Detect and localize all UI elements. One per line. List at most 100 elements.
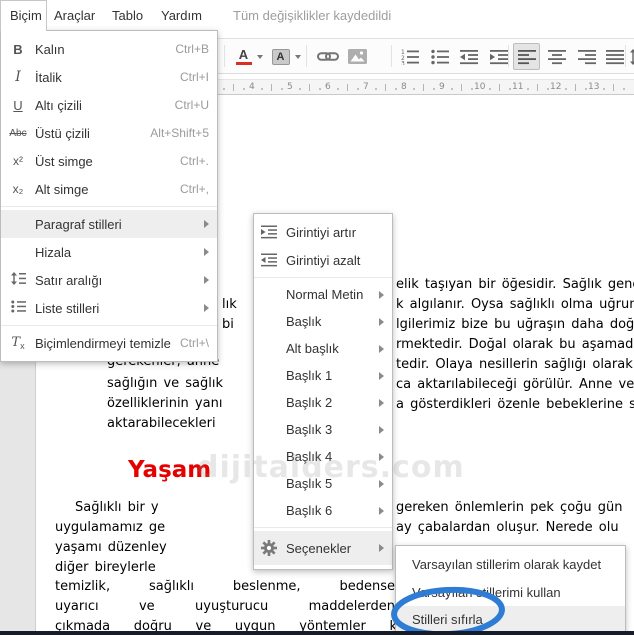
menubar: Araçlar Tablo Yardım Tüm değişiklikler k… [0, 0, 634, 30]
menu-item-shortcut: Alt+Shift+5 [150, 126, 209, 140]
menu-item-clear-formatting[interactable]: Tx Biçimlendirmeyi temizle Ctrl+\ [1, 329, 217, 357]
menu-item-paragraph-styles[interactable]: Paragraf stilleri [1, 210, 217, 238]
doc-text-fragment: özelliklerinin yanı [107, 396, 223, 411]
menu-separator [1, 206, 217, 207]
menu-item-decrease-indent[interactable]: Girintiyi azalt [254, 246, 392, 274]
menu-item-strikethrough[interactable]: Abc Üstü çizili Alt+Shift+5 [1, 119, 217, 147]
doc-text-fragment: sağlığın ve sağlık [107, 376, 224, 391]
submenu-arrow-icon [379, 290, 384, 299]
justify-button[interactable] [601, 43, 628, 70]
menu-item-heading-3[interactable]: Başlık 3 [254, 416, 392, 443]
menu-item-label: Alt başlık [286, 341, 339, 356]
menu-item-label: Stilleri sıfırla [412, 611, 483, 627]
doc-text-fragment: uygulamamız ge [55, 520, 166, 535]
menu-item-underline[interactable]: U Altı çizili Ctrl+U [1, 91, 217, 119]
insert-link-icon [317, 52, 339, 61]
submenu-arrow-icon [204, 304, 209, 312]
subscript-icon: x₂ [12, 182, 24, 196]
doc-text-fragment: lık [222, 297, 237, 312]
menu-item-label: İtalik [35, 69, 62, 85]
menu-item-label: Başlık 2 [286, 395, 333, 410]
menu-item-heading-6[interactable]: Başlık 6 [254, 497, 392, 524]
doc-text-fragment: tedir. Olaya nesillerin sağlığı olarak [396, 357, 633, 372]
menu-item-increase-indent[interactable]: Girintiyi artır [254, 218, 392, 246]
submenu-arrow-icon [379, 371, 384, 380]
menubar-item-help[interactable]: Yardım [161, 0, 202, 30]
menu-item-label: Girintiyi azalt [286, 252, 361, 268]
menubar-item-table[interactable]: Tablo [112, 0, 143, 30]
justify-icon [605, 49, 624, 64]
menu-item-align[interactable]: Hizala [1, 238, 217, 266]
align-right-button[interactable] [573, 43, 600, 70]
autosave-status: Tüm değişiklikler kaydedildi [233, 8, 392, 23]
highlight-color-button[interactable]: A [269, 43, 303, 70]
doc-text-fragment: a gösterdikleri özenle bebeklerine s [396, 397, 634, 412]
menu-item-title[interactable]: Başlık [254, 308, 392, 335]
menu-item-label: Başlık 6 [286, 503, 333, 518]
menu-item-heading-4[interactable]: Başlık 4 [254, 443, 392, 470]
align-left-button[interactable] [513, 43, 540, 70]
doc-text-fragment: diğer bireylerle [55, 560, 156, 575]
menu-separator [254, 527, 392, 528]
doc-text-fragment: rmektedir. Doğal olarak bu aşamad [396, 337, 634, 352]
menu-item-heading-2[interactable]: Başlık 2 [254, 389, 392, 416]
insert-link-button[interactable] [313, 43, 343, 70]
menu-item-save-default-styles[interactable]: Varsayılan stillerim olarak kaydet [396, 550, 625, 578]
submenu-arrow-icon [379, 317, 384, 326]
decrease-indent-button[interactable] [456, 43, 482, 70]
submenu-arrow-icon [379, 479, 384, 488]
svg-text:3: 3 [401, 60, 405, 65]
menubar-item-tools[interactable]: Araçlar [54, 0, 95, 30]
bold-icon: B [13, 41, 23, 57]
doc-text-fragment: ca aktarılabileceği görülür. Anne ve [396, 377, 634, 392]
menu-item-use-default-styles[interactable]: Varsayılan stillerimi kullan [396, 578, 625, 606]
menu-item-label: Başlık [286, 314, 322, 329]
doc-text-fragment: ay çabalardan oluşur. Nerede olu [396, 520, 619, 535]
decrease-indent-icon [460, 49, 478, 64]
chevron-down-icon [256, 54, 263, 59]
menu-item-heading-1[interactable]: Başlık 1 [254, 362, 392, 389]
menubar-item-format[interactable]: Biçim [0, 0, 47, 31]
line-spacing-button[interactable] [628, 43, 634, 70]
submenu-arrow-icon [204, 220, 209, 228]
chevron-down-icon [294, 54, 301, 59]
menu-item-bold[interactable]: B Kalın Ctrl+B [1, 35, 217, 63]
text-color-button[interactable]: A [233, 43, 265, 70]
menu-item-shortcut: Ctrl+\ [179, 336, 209, 350]
menu-item-label: Liste stilleri [35, 300, 100, 316]
insert-image-button[interactable] [344, 43, 370, 70]
menu-item-label: Başlık 5 [286, 476, 333, 491]
submenu-arrow-icon [379, 544, 384, 552]
text-color-icon: A [235, 48, 252, 65]
menu-item-italic[interactable]: I İtalik Ctrl+I [1, 63, 217, 91]
google-docs-window: lık bi elik taşıyan bir öğesidir. Sağlık… [0, 0, 634, 635]
italic-icon: I [15, 69, 21, 85]
underline-icon: U [13, 97, 23, 113]
menu-item-normal-text[interactable]: Normal Metin [254, 281, 392, 308]
align-center-button[interactable] [543, 43, 570, 70]
align-center-icon [547, 49, 566, 64]
menu-item-line-spacing[interactable]: Satır aralığı [1, 266, 217, 294]
menu-item-reset-styles[interactable]: Stilleri sıfırla [396, 606, 625, 632]
toolbar-separator [306, 45, 307, 67]
doc-text-fragment: gereken önlemlerin pek çoğu gün [396, 500, 623, 515]
menu-item-label: Paragraf stilleri [35, 216, 122, 232]
submenu-arrow-icon [379, 398, 384, 407]
increase-indent-icon [261, 225, 277, 239]
doc-text-fragment: yaşamı düzenley [55, 540, 167, 555]
menu-item-superscript[interactable]: x² Üst simge Ctrl+. [1, 147, 217, 175]
menu-item-list-styles[interactable]: Liste stilleri [1, 294, 217, 322]
bulleted-list-button[interactable] [427, 43, 453, 70]
bulleted-list-icon [431, 49, 449, 64]
menu-item-heading-5[interactable]: Başlık 5 [254, 470, 392, 497]
doc-text-fragment: k algılanır. Oysa sağlıklı olma uğrund [396, 297, 634, 312]
menu-item-subtitle[interactable]: Alt başlık [254, 335, 392, 362]
menu-item-label: Satır aralığı [35, 272, 103, 288]
menu-item-options[interactable]: Seçenekler [254, 531, 392, 565]
options-submenu: Varsayılan stillerim olarak kaydet Varsa… [395, 545, 626, 635]
menu-item-label: Seçenekler [286, 540, 352, 556]
menu-item-label: Normal Metin [286, 287, 364, 302]
menu-item-subscript[interactable]: x₂ Alt simge Ctrl+, [1, 175, 217, 203]
numbered-list-button[interactable]: 1 2 3 [397, 43, 423, 70]
toolbar-separator [625, 45, 626, 67]
